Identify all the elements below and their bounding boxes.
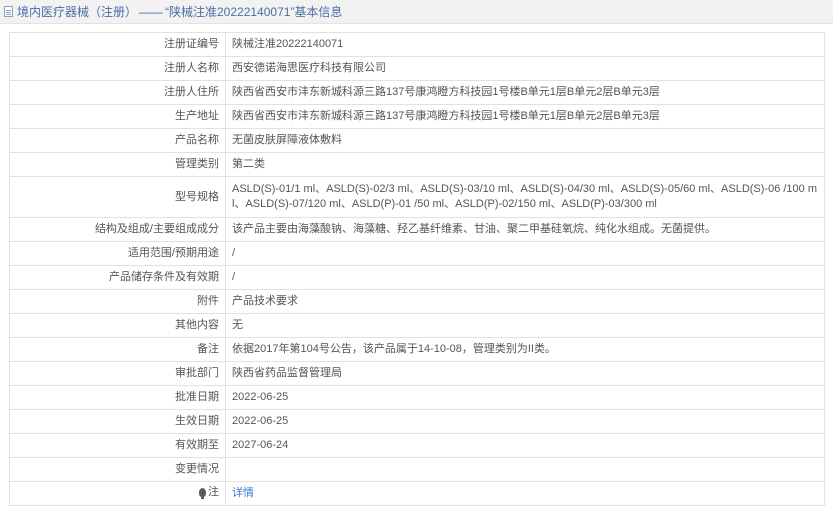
table-row-registrant: 注册人名称 西安德诺海思医疗科技有限公司 xyxy=(9,56,825,81)
row-value: 无菌皮肤屏障液体敷料 xyxy=(225,128,825,153)
table-row-product-name: 产品名称 无菌皮肤屏障液体敷料 xyxy=(9,128,825,153)
row-value xyxy=(225,457,825,482)
row-value: 第二类 xyxy=(225,152,825,177)
table-row-approval-date: 批准日期 2022-06-25 xyxy=(9,385,825,410)
table-row-production-address: 生产地址 陕西省西安市沣东新城科源三路137号康鸿瞪方科技园1号楼B单元1层B单… xyxy=(9,104,825,129)
row-value: 陕西省西安市沣东新城科源三路137号康鸿瞪方科技园1号楼B单元1层B单元2层B单… xyxy=(225,80,825,105)
row-value: 陕西省药品监督管理局 xyxy=(225,361,825,386)
table-row-intended-use: 适用范围/预期用途 / xyxy=(9,241,825,266)
row-label: 注册证编号 xyxy=(9,32,226,57)
table-row-approval-dept: 审批部门 陕西省药品监督管理局 xyxy=(9,361,825,386)
row-label: 批准日期 xyxy=(9,385,226,410)
row-value: 2022-06-25 xyxy=(225,409,825,434)
table-row-storage: 产品储存条件及有效期 / xyxy=(9,265,825,290)
document-icon xyxy=(4,6,13,17)
row-label: 其他内容 xyxy=(9,313,226,338)
table-row-composition: 结构及组成/主要组成成分 该产品主要由海藻酸钠、海藻糖、羟乙基纤维素、甘油、聚二… xyxy=(9,217,825,242)
row-value: 该产品主要由海藻酸钠、海藻糖、羟乙基纤维素、甘油、聚二甲基硅氧烷、纯化水组成。无… xyxy=(225,217,825,242)
row-label: 注册人住所 xyxy=(9,80,226,105)
table-row-effective-date: 生效日期 2022-06-25 xyxy=(9,409,825,434)
note-label-cell: 注 xyxy=(9,481,226,506)
header-separator: —— xyxy=(139,4,164,19)
row-value: 产品技术要求 xyxy=(225,289,825,314)
row-label: 生产地址 xyxy=(9,104,226,129)
table-row-remarks: 备注 依据2017年第104号公告，该产品属于14-10-08，管理类别为II类… xyxy=(9,337,825,362)
row-label: 生效日期 xyxy=(9,409,226,434)
table-row-changes: 变更情况 xyxy=(9,457,825,482)
details-link[interactable]: 详情 xyxy=(232,487,254,499)
row-label: 产品名称 xyxy=(9,128,226,153)
row-label: 备注 xyxy=(9,337,226,362)
note-label: 注 xyxy=(208,486,219,498)
row-value: 无 xyxy=(225,313,825,338)
row-label: 注册人名称 xyxy=(9,56,226,81)
row-value: 西安德诺海思医疗科技有限公司 xyxy=(225,56,825,81)
row-value: 2022-06-25 xyxy=(225,385,825,410)
row-label: 结构及组成/主要组成成分 xyxy=(9,217,226,242)
row-value: 依据2017年第104号公告，该产品属于14-10-08，管理类别为II类。 xyxy=(225,337,825,362)
table-row-expiry-date: 有效期至 2027-06-24 xyxy=(9,433,825,458)
table-row-reg-no: 注册证编号 陕械注准20222140071 xyxy=(9,32,825,57)
row-value: 陕械注准20222140071 xyxy=(225,32,825,57)
row-value: 陕西省西安市沣东新城科源三路137号康鸿瞪方科技园1号楼B单元1层B单元2层B单… xyxy=(225,104,825,129)
row-label: 型号规格 xyxy=(9,176,226,218)
row-label: 有效期至 xyxy=(9,433,226,458)
table-row-note: 注 详情 xyxy=(9,481,825,506)
row-label: 审批部门 xyxy=(9,361,226,386)
row-label: 管理类别 xyxy=(9,152,226,177)
info-table: 注册证编号 陕械注准20222140071 注册人名称 西安德诺海思医疗科技有限… xyxy=(9,32,825,506)
table-row-attachment: 附件 产品技术要求 xyxy=(9,289,825,314)
note-value-cell: 详情 xyxy=(225,481,825,506)
lightbulb-icon xyxy=(199,488,206,499)
row-value: / xyxy=(225,265,825,290)
row-value: / xyxy=(225,241,825,266)
row-value: ASLD(S)-01/1 ml、ASLD(S)-02/3 ml、ASLD(S)-… xyxy=(225,176,825,218)
row-label: 产品储存条件及有效期 xyxy=(9,265,226,290)
page-header: 境内医疗器械（注册） —— “陕械注准20222140071”基本信息 xyxy=(0,0,833,24)
row-label: 适用范围/预期用途 xyxy=(9,241,226,266)
table-row-category: 管理类别 第二类 xyxy=(9,152,825,177)
row-label: 附件 xyxy=(9,289,226,314)
table-row-model-spec: 型号规格 ASLD(S)-01/1 ml、ASLD(S)-02/3 ml、ASL… xyxy=(9,176,825,218)
row-value: 2027-06-24 xyxy=(225,433,825,458)
header-category: 境内医疗器械（注册） xyxy=(17,5,138,19)
table-row-registrant-address: 注册人住所 陕西省西安市沣东新城科源三路137号康鸿瞪方科技园1号楼B单元1层B… xyxy=(9,80,825,105)
table-row-other: 其他内容 无 xyxy=(9,313,825,338)
row-label: 变更情况 xyxy=(9,457,226,482)
header-title: “陕械注准20222140071”基本信息 xyxy=(165,5,343,19)
